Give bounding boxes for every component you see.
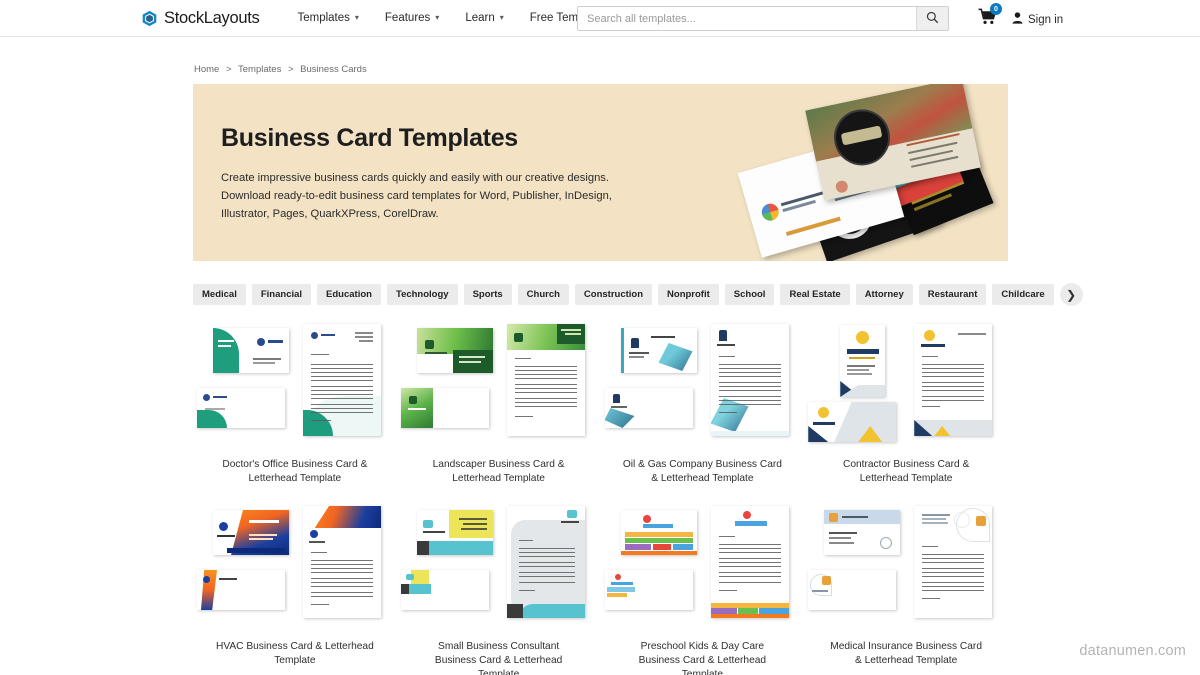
user-icon <box>1012 11 1023 29</box>
category-chip-nonprofit[interactable]: Nonprofit <box>658 284 719 305</box>
nav-item-learn[interactable]: Learn ▾ <box>452 12 516 24</box>
site-logo-text: StockLayouts <box>164 8 260 27</box>
template-card[interactable]: Doctor's Office Business Card & Letterhe… <box>193 320 397 486</box>
letterhead-preview <box>303 506 381 618</box>
template-grid: Doctor's Office Business Card & Letterhe… <box>193 320 1008 675</box>
letterhead-preview <box>303 324 381 436</box>
sign-in-button[interactable]: Sign in <box>1012 11 1063 29</box>
envelope-preview <box>604 388 693 428</box>
template-card[interactable]: Landscaper Business Card & Letterhead Te… <box>397 320 601 486</box>
business-card-preview <box>213 510 289 555</box>
template-title: Medical Insurance Business Card & Letter… <box>830 641 982 666</box>
template-thumbnail <box>397 502 601 630</box>
cart-button[interactable]: 0 <box>978 3 1002 30</box>
category-chip-financial[interactable]: Financial <box>251 284 312 305</box>
chevron-down-icon: ▾ <box>354 12 359 22</box>
template-title: Oil & Gas Company Business Card & Letter… <box>622 459 782 484</box>
template-thumbnail <box>193 320 397 448</box>
search-input[interactable] <box>578 7 916 30</box>
envelope-preview <box>808 570 897 610</box>
site-logo[interactable]: StockLayouts <box>141 8 260 28</box>
cart-count-badge: 0 <box>990 3 1002 15</box>
envelope-preview <box>400 388 489 428</box>
nav-label: Features <box>384 12 431 24</box>
hexagon-logo-icon <box>141 10 158 27</box>
category-chip-restaurant[interactable]: Restaurant <box>918 284 987 305</box>
category-chip-sports[interactable]: Sports <box>463 284 512 305</box>
breadcrumb-separator: > <box>287 64 294 75</box>
template-title: HVAC Business Card & Letterhead Template <box>215 641 374 666</box>
category-chip-education[interactable]: Education <box>317 284 381 305</box>
nav-item-features[interactable]: Features ▾ <box>372 12 452 24</box>
category-chip-medical[interactable]: Medical <box>193 284 246 305</box>
template-title: Landscaper Business Card & Letterhead Te… <box>432 459 565 484</box>
template-card[interactable]: Oil & Gas Company Business Card & Letter… <box>601 320 805 486</box>
chevron-down-icon: ▾ <box>499 12 504 22</box>
category-chip-technology[interactable]: Technology <box>386 284 458 305</box>
template-card[interactable]: Medical Insurance Business Card & Letter… <box>804 502 1008 675</box>
template-thumbnail <box>601 320 805 448</box>
nav-label: Templates <box>297 12 350 24</box>
business-card-preview <box>213 328 289 373</box>
category-chip-construction[interactable]: Construction <box>574 284 653 305</box>
template-card[interactable]: Contractor Business Card & Letterhead Te… <box>804 320 1008 486</box>
envelope-preview <box>197 388 285 428</box>
template-title: Contractor Business Card & Letterhead Te… <box>842 459 970 484</box>
breadcrumb-item-home[interactable]: Home <box>194 64 219 75</box>
business-card-preview <box>416 510 493 555</box>
search-icon <box>926 11 939 27</box>
site-header: StockLayouts Templates ▾ Features ▾ Lear… <box>0 0 1200 37</box>
template-title: Small Business Consultant Business Card … <box>434 641 563 675</box>
envelope-preview <box>604 570 693 610</box>
letterhead-preview <box>710 506 789 618</box>
breadcrumb-item-business-cards: Business Cards <box>300 64 367 75</box>
letterhead-preview <box>506 324 585 436</box>
business-card-preview <box>416 328 493 373</box>
envelope-preview <box>808 402 897 442</box>
breadcrumb-item-templates[interactable]: Templates <box>238 64 281 75</box>
business-card-preview <box>840 325 886 397</box>
business-card-preview <box>620 328 697 373</box>
letterhead-preview <box>506 506 585 618</box>
hero-description: Create impressive business cards quickly… <box>221 172 612 220</box>
hero-banner: Business Card Templates Create impressiv… <box>193 84 1008 261</box>
letterhead-preview <box>914 506 993 618</box>
main-nav: Templates ▾ Features ▾ Learn ▾ Free Temp… <box>284 12 621 24</box>
letterhead-preview <box>710 324 789 436</box>
template-thumbnail <box>193 502 397 630</box>
envelope-preview <box>197 570 285 610</box>
nav-label: Learn <box>465 12 495 24</box>
template-card[interactable]: Preschool Kids & Day Care Business Card … <box>601 502 805 675</box>
nav-item-templates[interactable]: Templates ▾ <box>284 12 371 24</box>
category-chip-real-estate[interactable]: Real Estate <box>780 284 850 305</box>
category-chip-childcare[interactable]: Childcare <box>992 284 1054 305</box>
category-chip-attorney[interactable]: Attorney <box>855 284 913 305</box>
template-thumbnail <box>804 320 1008 448</box>
business-card-preview <box>824 510 901 555</box>
letterhead-preview <box>914 324 993 436</box>
chevron-right-icon[interactable]: ❯ <box>1059 283 1083 306</box>
template-thumbnail <box>804 502 1008 630</box>
page-title: Business Card Templates <box>221 124 518 152</box>
template-title: Doctor's Office Business Card & Letterhe… <box>222 459 368 484</box>
breadcrumb: Home > Templates > Business Cards <box>194 64 367 75</box>
chevron-down-icon: ▾ <box>435 12 440 22</box>
business-card-preview <box>620 510 697 555</box>
template-thumbnail <box>601 502 805 630</box>
page-root: StockLayouts Templates ▾ Features ▾ Lear… <box>0 0 1200 675</box>
envelope-preview <box>400 570 489 610</box>
template-title: Preschool Kids & Day Care Business Card … <box>638 641 767 675</box>
category-chip-school[interactable]: School <box>724 284 775 305</box>
template-card[interactable]: Small Business Consultant Business Card … <box>397 502 601 675</box>
template-thumbnail <box>397 320 601 448</box>
search-bar[interactable] <box>577 6 949 31</box>
search-button[interactable] <box>916 7 948 30</box>
template-card[interactable]: HVAC Business Card & Letterhead Template <box>193 502 397 675</box>
business-cards-collage <box>737 84 1006 261</box>
category-chip-church[interactable]: Church <box>517 284 569 305</box>
sign-in-label: Sign in <box>1028 14 1064 26</box>
category-filter-bar: Medical Financial Education Technology S… <box>193 283 1083 306</box>
watermark: datanumen.com <box>1079 643 1186 659</box>
breadcrumb-separator: > <box>225 64 232 75</box>
